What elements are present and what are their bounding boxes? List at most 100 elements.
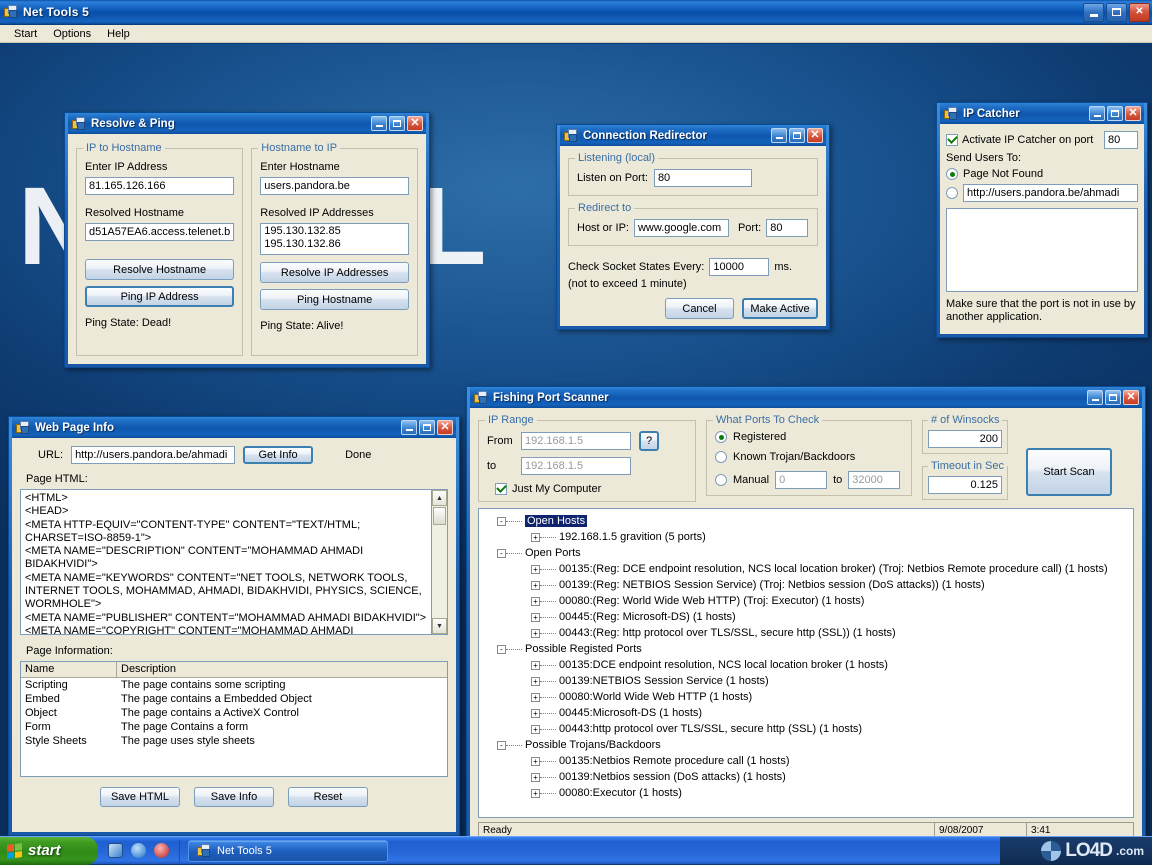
- tree-node[interactable]: +192.168.1.5 gravition (5 ports): [483, 529, 1131, 545]
- maximize-icon[interactable]: [789, 128, 805, 143]
- window-connection-redirector[interactable]: Connection Redirector ✕ Listening (local…: [556, 124, 830, 330]
- column-header-name[interactable]: Name: [21, 662, 117, 677]
- resolved-ips-list[interactable]: 195.130.132.85 195.130.132.86: [260, 223, 409, 255]
- menu-item-help[interactable]: Help: [99, 27, 138, 41]
- tree-node[interactable]: +00080:(Reg: World Wide Web HTTP) (Troj:…: [483, 593, 1131, 609]
- maximize-icon[interactable]: [1105, 390, 1121, 405]
- save-html-button[interactable]: Save HTML: [100, 787, 180, 807]
- page-html-textarea[interactable]: <HTML> <HEAD> <META HTTP-EQUIV="CONTENT-…: [20, 489, 448, 635]
- expand-icon[interactable]: +: [531, 692, 540, 702]
- page-information-table[interactable]: Name Description Scripting The page conta…: [20, 661, 448, 777]
- expand-icon[interactable]: +: [531, 676, 540, 686]
- collapse-icon[interactable]: -: [497, 548, 506, 558]
- activate-ip-catcher-checkbox[interactable]: [946, 134, 958, 146]
- timeout-input[interactable]: 0.125: [928, 476, 1002, 494]
- expand-icon[interactable]: +: [531, 772, 540, 782]
- listen-on-port-input[interactable]: 80: [653, 169, 752, 187]
- tree-node[interactable]: +00139:(Reg: NETBIOS Session Service) (T…: [483, 577, 1131, 593]
- scroll-thumb[interactable]: [433, 507, 446, 525]
- tree-node[interactable]: +00139:Netbios session (DoS attacks) (1 …: [483, 769, 1131, 785]
- expand-icon[interactable]: +: [531, 708, 540, 718]
- window-web-page-info[interactable]: Web Page Info ✕ URL: http://users.pandor…: [8, 416, 460, 836]
- expand-icon[interactable]: +: [531, 628, 540, 638]
- tree-node[interactable]: +00445:(Reg: Microsoft-DS) (1 hosts): [483, 609, 1131, 625]
- tree-node[interactable]: +00443:http protocol over TLS/SSL, secur…: [483, 721, 1131, 737]
- collapse-icon[interactable]: -: [497, 644, 506, 654]
- collapse-icon[interactable]: -: [497, 516, 506, 526]
- host-or-ip-input[interactable]: www.google.com: [633, 219, 729, 237]
- table-row[interactable]: Object The page contains a ActiveX Contro…: [21, 706, 447, 720]
- expand-icon[interactable]: +: [531, 756, 540, 766]
- tree-node[interactable]: +00135:DCE endpoint resolution, NCS loca…: [483, 657, 1131, 673]
- close-icon[interactable]: ✕: [437, 420, 453, 435]
- resolved-hostname-value[interactable]: d51A57EA6.access.telenet.b: [85, 223, 235, 241]
- radio-registered[interactable]: [715, 431, 727, 443]
- close-icon[interactable]: ✕: [1123, 390, 1139, 405]
- url-input[interactable]: http://users.pandora.be/ahmadi: [71, 446, 236, 464]
- ip-from-input[interactable]: 192.168.1.5: [521, 432, 631, 450]
- check-socket-input[interactable]: 10000: [709, 258, 770, 276]
- show-desktop-icon[interactable]: [108, 843, 123, 858]
- scroll-up-icon[interactable]: ▲: [432, 490, 447, 506]
- expand-icon[interactable]: +: [531, 612, 540, 622]
- enter-ip-input[interactable]: 81.165.126.166: [85, 177, 235, 195]
- winsocks-input[interactable]: 200: [928, 430, 1002, 448]
- close-icon[interactable]: ✕: [407, 116, 423, 131]
- start-scan-button[interactable]: Start Scan: [1026, 448, 1112, 496]
- expand-icon[interactable]: +: [531, 660, 540, 670]
- table-row[interactable]: Form The page Contains a form: [21, 720, 447, 734]
- manual-from-input[interactable]: 0: [775, 471, 828, 489]
- ip-catcher-log[interactable]: [946, 208, 1138, 292]
- minimize-icon[interactable]: [771, 128, 787, 143]
- ip-range-help-button[interactable]: ?: [639, 431, 659, 451]
- start-button[interactable]: start: [0, 836, 98, 865]
- radio-known-trojan[interactable]: [715, 451, 727, 463]
- maximize-button[interactable]: [1106, 2, 1127, 22]
- internet-explorer-icon[interactable]: [131, 843, 146, 858]
- column-header-description[interactable]: Description: [117, 662, 447, 677]
- table-row[interactable]: Style Sheets The page uses style sheets: [21, 734, 447, 748]
- minimize-button[interactable]: [1083, 2, 1104, 22]
- custom-url-input[interactable]: http://users.pandora.be/ahmadi: [963, 184, 1138, 202]
- close-icon[interactable]: ✕: [1125, 106, 1141, 121]
- maximize-icon[interactable]: [389, 116, 405, 131]
- expand-icon[interactable]: +: [531, 788, 540, 798]
- menu-item-options[interactable]: Options: [45, 27, 99, 41]
- ip-catcher-port-input[interactable]: 80: [1104, 131, 1138, 149]
- radio-page-not-found[interactable]: [946, 168, 958, 180]
- media-player-icon[interactable]: [154, 843, 169, 858]
- radio-custom-url[interactable]: [946, 187, 958, 199]
- scroll-down-icon[interactable]: ▼: [432, 618, 447, 634]
- scroll-track[interactable]: [432, 526, 447, 618]
- tree-node[interactable]: - Open Ports: [483, 545, 1131, 561]
- table-row[interactable]: Embed The page contains a Embedded Object: [21, 692, 447, 706]
- tree-node[interactable]: +00080:Executor (1 hosts): [483, 785, 1131, 801]
- enter-hostname-input[interactable]: users.pandora.be: [260, 177, 409, 195]
- page-html-scrollbar[interactable]: ▲ ▼: [431, 490, 447, 634]
- ping-ip-address-button[interactable]: Ping IP Address: [85, 286, 235, 307]
- tree-node[interactable]: +00080:World Wide Web HTTP (1 hosts): [483, 689, 1131, 705]
- radio-manual[interactable]: [715, 474, 727, 486]
- get-info-button[interactable]: Get Info: [243, 446, 314, 464]
- redirect-port-input[interactable]: 80: [766, 219, 809, 237]
- tree-node[interactable]: - Open Hosts: [483, 513, 1131, 529]
- window-fishing-port-scanner[interactable]: Fishing Port Scanner ✕ IP Range From 192…: [466, 386, 1146, 842]
- collapse-icon[interactable]: -: [497, 740, 506, 750]
- maximize-icon[interactable]: [419, 420, 435, 435]
- scan-results-tree[interactable]: - Open Hosts +192.168.1.5 gravition (5 por…: [478, 508, 1134, 818]
- tree-node[interactable]: +00135:(Reg: DCE endpoint resolution, NC…: [483, 561, 1131, 577]
- minimize-icon[interactable]: [401, 420, 417, 435]
- make-active-button[interactable]: Make Active: [742, 298, 818, 319]
- ip-to-input[interactable]: 192.168.1.5: [521, 457, 631, 475]
- expand-icon[interactable]: +: [531, 580, 540, 590]
- minimize-icon[interactable]: [371, 116, 387, 131]
- minimize-icon[interactable]: [1087, 390, 1103, 405]
- tree-node[interactable]: +00443:(Reg: http protocol over TLS/SSL,…: [483, 625, 1131, 641]
- reset-button[interactable]: Reset: [288, 787, 368, 807]
- window-ip-catcher[interactable]: IP Catcher ✕ Activate IP Catcher on port…: [936, 102, 1148, 338]
- maximize-icon[interactable]: [1107, 106, 1123, 121]
- just-my-computer-checkbox[interactable]: [495, 483, 507, 495]
- tree-node[interactable]: - Possible Registed Ports: [483, 641, 1131, 657]
- close-icon[interactable]: ✕: [807, 128, 823, 143]
- expand-icon[interactable]: +: [531, 532, 540, 542]
